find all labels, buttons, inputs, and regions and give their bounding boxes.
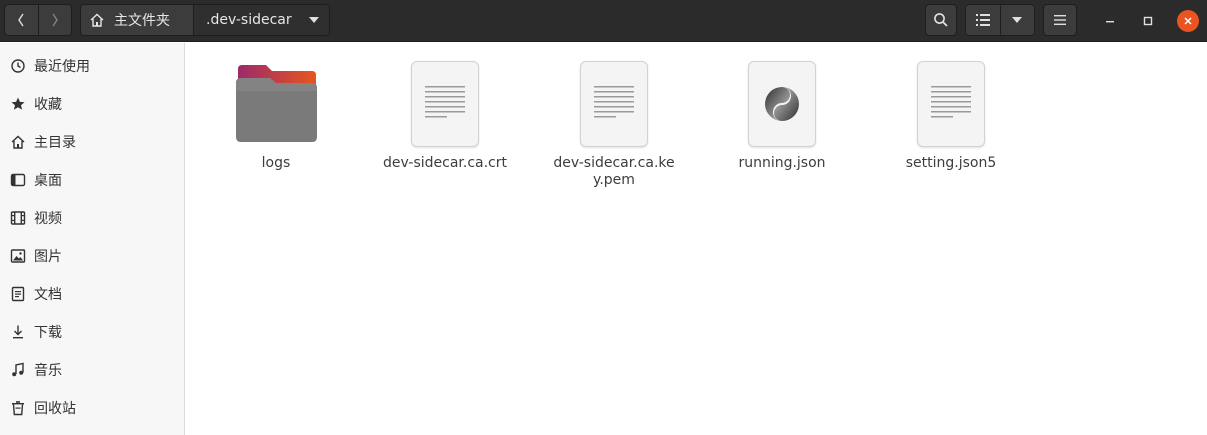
folder-icon xyxy=(231,59,321,149)
video-icon xyxy=(10,210,26,226)
star-icon xyxy=(10,96,26,112)
sidebar-item-label: 收藏 xyxy=(34,97,62,113)
file-item-ca-crt[interactable]: dev-sidecar.ca.crt xyxy=(380,59,510,172)
forward-button[interactable] xyxy=(37,5,71,35)
maximize-button[interactable] xyxy=(1137,10,1159,32)
header-bar: 主文件夹 .dev-sidecar xyxy=(0,0,1207,42)
json-file-icon xyxy=(748,61,816,147)
recent-icon xyxy=(10,58,26,74)
minimize-button[interactable] xyxy=(1099,10,1121,32)
sidebar-item-videos[interactable]: 视频 xyxy=(0,199,184,237)
sidebar-item-home[interactable]: 主目录 xyxy=(0,123,184,161)
chevron-down-icon xyxy=(1012,17,1023,23)
file-name: dev-sidecar.ca.crt xyxy=(382,155,507,171)
chevron-left-icon xyxy=(18,13,24,27)
sidebar-item-downloads[interactable]: 下载 xyxy=(0,313,184,351)
sidebar-item-desktop[interactable]: 桌面 xyxy=(0,161,184,199)
sidebar-item-label: 音乐 xyxy=(34,363,62,379)
sidebar-item-label: 视频 xyxy=(34,211,62,227)
picture-icon xyxy=(10,248,26,264)
file-view: logs dev-sidecar.ca.crt dev-sidecar.ca.k… xyxy=(186,43,1207,435)
file-name: running.json xyxy=(738,155,826,171)
text-file-icon xyxy=(411,61,479,147)
file-thumb xyxy=(737,59,827,149)
back-button[interactable] xyxy=(5,5,38,35)
close-icon xyxy=(1184,17,1192,25)
music-icon xyxy=(10,362,26,378)
file-item-running-json[interactable]: running.json xyxy=(717,59,847,172)
file-item-setting-json5[interactable]: setting.json5 xyxy=(886,59,1016,172)
sidebar-item-label: 文档 xyxy=(34,287,62,303)
sidebar: 最近使用 收藏 主目录 桌面 视频 图片 文档 下载 音乐 回收站 xyxy=(0,43,185,435)
file-name: logs xyxy=(261,155,291,171)
view-options xyxy=(965,4,1035,36)
text-file-icon xyxy=(580,61,648,147)
search-icon xyxy=(934,13,948,27)
sidebar-item-music[interactable]: 音乐 xyxy=(0,351,184,389)
home-icon xyxy=(10,134,26,150)
list-view-icon xyxy=(975,14,990,26)
breadcrumb: 主文件夹 .dev-sidecar xyxy=(80,4,330,36)
view-dropdown-button[interactable] xyxy=(999,5,1034,35)
chevron-right-icon xyxy=(52,13,58,27)
file-name: setting.json5 xyxy=(905,155,997,171)
breadcrumb-current-label: .dev-sidecar xyxy=(206,12,292,28)
sidebar-item-label: 下载 xyxy=(34,325,62,341)
list-view-button[interactable] xyxy=(966,5,1000,35)
hamburger-menu-icon xyxy=(1054,15,1066,25)
breadcrumb-home[interactable]: 主文件夹 xyxy=(81,5,193,35)
sidebar-item-trash[interactable]: 回收站 xyxy=(0,389,184,427)
file-name: dev-sidecar.ca.key.pem xyxy=(553,155,675,188)
file-item-ca-key-pem[interactable]: dev-sidecar.ca.key.pem xyxy=(549,59,679,189)
file-thumb xyxy=(400,59,490,149)
sidebar-item-label: 回收站 xyxy=(34,401,76,417)
breadcrumb-current[interactable]: .dev-sidecar xyxy=(193,5,329,35)
desktop-icon xyxy=(10,172,26,188)
sidebar-item-recent[interactable]: 最近使用 xyxy=(0,47,184,85)
sidebar-item-label: 桌面 xyxy=(34,173,62,189)
sidebar-item-label: 主目录 xyxy=(34,135,76,151)
breadcrumb-home-label: 主文件夹 xyxy=(114,13,170,29)
download-icon xyxy=(10,324,26,340)
maximize-icon xyxy=(1143,16,1153,26)
file-thumb xyxy=(906,59,996,149)
sidebar-item-label: 图片 xyxy=(34,249,62,265)
document-icon xyxy=(10,286,26,302)
sidebar-item-documents[interactable]: 文档 xyxy=(0,275,184,313)
home-icon xyxy=(90,13,104,27)
trash-icon xyxy=(10,400,26,416)
file-thumb xyxy=(569,59,659,149)
text-file-icon xyxy=(917,61,985,147)
close-button[interactable] xyxy=(1177,10,1199,32)
file-item-logs[interactable]: logs xyxy=(211,59,341,172)
navigation-buttons xyxy=(4,4,72,36)
sidebar-item-label: 最近使用 xyxy=(34,59,90,75)
minimize-icon xyxy=(1106,21,1114,23)
sidebar-item-pictures[interactable]: 图片 xyxy=(0,237,184,275)
sidebar-item-starred[interactable]: 收藏 xyxy=(0,85,184,123)
search-button[interactable] xyxy=(925,4,957,36)
menu-button[interactable] xyxy=(1043,4,1077,36)
chevron-down-icon xyxy=(309,17,319,23)
